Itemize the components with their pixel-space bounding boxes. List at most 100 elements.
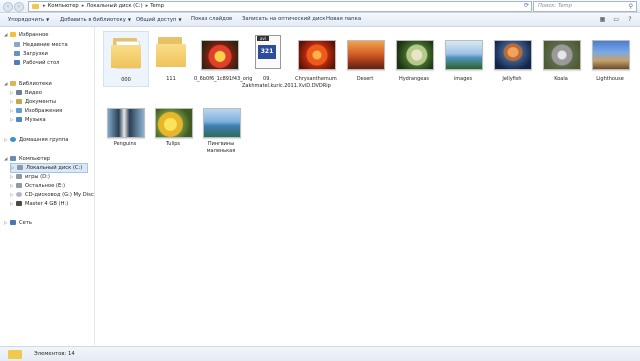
breadcrumb-arrow-icon[interactable]: ▸	[82, 3, 85, 9]
help-icon[interactable]: ?	[626, 16, 634, 23]
add-to-library-button[interactable]: Добавить в библиотеку ▼	[60, 16, 131, 24]
homegroup-icon	[10, 137, 16, 142]
image-thumbnail	[298, 40, 336, 70]
expand-arrow-icon[interactable]: ▷	[11, 165, 16, 173]
address-bar[interactable]: ▸ Компьютер ▸ Локальный диск (C:) ▸ Temp ⟳	[28, 1, 532, 12]
file-item[interactable]: 000	[103, 31, 149, 87]
expand-arrow-icon[interactable]: ▷	[10, 174, 15, 182]
desktop-icon	[14, 60, 20, 65]
breadcrumb-arrow-icon[interactable]: ▸	[43, 3, 46, 9]
address-bar-strip: ‹ › ▸ Компьютер ▸ Локальный диск (C:) ▸ Temp …	[0, 0, 640, 13]
expand-arrow-icon[interactable]: ▷	[10, 192, 15, 200]
expand-arrow-icon[interactable]: ▷	[4, 220, 9, 228]
nav-downloads[interactable]: Загрузки	[14, 50, 48, 58]
file-item[interactable]: 0_6b0f6_1c891f43_orig	[194, 31, 253, 85]
view-options-icon[interactable]: ▦	[599, 16, 607, 23]
nav-documents-label: Документы	[25, 99, 57, 105]
file-item[interactable]: images	[441, 31, 485, 85]
nav-video[interactable]: ▷ Видео	[10, 89, 42, 97]
file-item[interactable]: avi 321 09. Zakhmatel.kuric.2011.XviD.DV…	[242, 31, 331, 89]
navigation-pane: ◢ Избранное Недавние места Загрузки Рабоч…	[0, 27, 95, 345]
nav-network[interactable]: ▷ Сеть	[4, 219, 32, 227]
breadcrumb-computer[interactable]: Компьютер	[48, 3, 79, 9]
file-item[interactable]: Lighthouse	[588, 31, 632, 85]
nav-libraries[interactable]: ◢ Библиотеки	[4, 80, 52, 88]
organize-button[interactable]: Упорядочить ▼	[8, 16, 49, 24]
image-thumbnail	[201, 40, 239, 70]
expand-arrow-icon[interactable]: ▷	[10, 117, 15, 125]
chevron-down-icon: ▼	[46, 17, 50, 22]
breadcrumb: ▸ Компьютер ▸ Локальный диск (C:) ▸ Temp	[42, 3, 166, 10]
expand-arrow-icon[interactable]: ▷	[10, 90, 15, 98]
expand-arrow-icon[interactable]: ▷	[10, 183, 15, 191]
computer-icon	[10, 156, 16, 161]
share-button[interactable]: Общий доступ ▼	[136, 16, 182, 24]
chevron-down-icon: ▼	[127, 17, 131, 22]
nav-drive-g[interactable]: ▷ CD-дисковод (G:) My Disc	[10, 191, 94, 199]
nav-documents[interactable]: ▷ Документы	[10, 98, 56, 106]
back-button[interactable]: ‹	[3, 2, 13, 12]
breadcrumb-drive-c[interactable]: Локальный диск (C:)	[86, 3, 142, 9]
recent-places-icon	[14, 42, 20, 47]
breadcrumb-arrow-icon[interactable]: ▸	[146, 3, 149, 9]
file-item[interactable]: Chrysanthemum	[294, 31, 338, 85]
expand-arrow-icon[interactable]: ▷	[10, 108, 15, 116]
slideshow-button[interactable]: Показ слайдов	[191, 16, 232, 23]
usb-drive-icon	[16, 201, 22, 206]
nav-homegroup[interactable]: ▷ Домашняя группа	[4, 136, 68, 144]
share-label: Общий доступ	[136, 17, 177, 23]
nav-recent[interactable]: Недавние места	[14, 41, 68, 49]
burn-button[interactable]: Записать на оптический диск	[242, 16, 326, 23]
breadcrumb-temp[interactable]: Temp	[150, 3, 164, 9]
folder-icon	[153, 37, 189, 67]
drive-icon	[17, 165, 23, 170]
nav-drive-c[interactable]: ▷ Локальный диск (C:)	[10, 163, 88, 173]
search-input[interactable]: Поиск: Temp ⚲	[533, 1, 637, 12]
nav-network-label: Сеть	[19, 220, 32, 226]
refresh-icon[interactable]: ⟳	[524, 2, 529, 9]
expand-arrow-icon[interactable]: ◢	[4, 32, 9, 40]
nav-drive-e[interactable]: ▷ Остальное (E:)	[10, 182, 65, 190]
preview-pane-icon[interactable]: ▭	[612, 16, 620, 23]
file-item[interactable]: Tulips	[151, 103, 195, 157]
nav-drive-g-label: CD-дисковод (G:) My Disc	[25, 192, 94, 198]
nav-pictures[interactable]: ▷ Изображения	[10, 107, 62, 115]
expand-arrow-icon[interactable]: ◢	[4, 156, 9, 164]
file-item[interactable]: 111	[149, 31, 193, 85]
nav-computer[interactable]: ◢ Компьютер	[4, 155, 50, 163]
expand-arrow-icon[interactable]: ▷	[4, 137, 9, 145]
search-icon[interactable]: ⚲	[629, 3, 633, 10]
nav-favorites[interactable]: ◢ Избранное	[4, 31, 48, 39]
file-item[interactable]: Пингвины маленькая	[199, 103, 243, 157]
nav-music[interactable]: ▷ Музыка	[10, 116, 46, 124]
view-controls: ▦ ▭ ?	[595, 16, 635, 23]
new-folder-button[interactable]: Новая папка	[326, 16, 361, 23]
expand-arrow-icon[interactable]: ▷	[10, 201, 15, 209]
file-item[interactable]: Desert	[343, 31, 387, 85]
libraries-icon	[10, 81, 16, 86]
folder-icon	[8, 350, 22, 359]
expand-arrow-icon[interactable]: ▷	[10, 99, 15, 107]
nav-desktop[interactable]: Рабочий стол	[14, 59, 60, 67]
nav-drive-c-label: Локальный диск (C:)	[26, 165, 83, 171]
nav-drive-h[interactable]: ▷ Master 4 GB (H:)	[10, 200, 68, 208]
forward-button[interactable]: ›	[14, 2, 24, 12]
nav-pictures-label: Изображения	[25, 108, 63, 114]
add-to-library-label: Добавить в библиотеку	[60, 17, 126, 23]
file-name: 09. Zakhmatel.kuric.2011.XviD.DVDRip	[242, 76, 331, 89]
network-icon	[10, 220, 16, 225]
pictures-library-icon	[16, 108, 22, 113]
image-thumbnail	[445, 40, 483, 70]
expand-arrow-icon[interactable]: ◢	[4, 81, 9, 89]
file-item[interactable]: Penguins	[103, 103, 147, 157]
image-thumbnail	[543, 40, 581, 70]
file-name: Hydrangeas	[398, 76, 430, 82]
image-thumbnail	[592, 40, 630, 70]
file-name: 0_6b0f6_1c891f43_orig	[194, 76, 253, 82]
file-item[interactable]: Hydrangeas	[392, 31, 436, 85]
nav-homegroup-label: Домашняя группа	[19, 137, 69, 143]
video-library-icon	[16, 90, 22, 95]
file-item[interactable]: Jellyfish	[490, 31, 534, 85]
file-item[interactable]: Koala	[539, 31, 583, 85]
nav-drive-d[interactable]: ▷ игры (D:)	[10, 173, 50, 181]
